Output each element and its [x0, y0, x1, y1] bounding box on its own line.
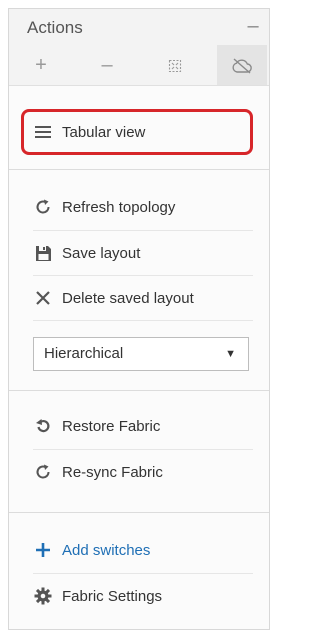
delete-saved-layout-label: Delete saved layout — [62, 289, 194, 307]
section-divider — [9, 512, 269, 513]
fit-to-screen-button[interactable] — [153, 45, 197, 85]
item-separator — [33, 230, 253, 231]
panel-title: Actions — [27, 18, 83, 37]
toolbar: + – — [9, 45, 269, 86]
refresh-icon — [33, 197, 53, 217]
gear-icon — [33, 586, 53, 606]
close-icon — [33, 288, 53, 308]
refresh-topology-item[interactable]: Refresh topology — [21, 187, 253, 227]
hide-offline-button[interactable] — [217, 45, 267, 85]
add-switches-item[interactable]: Add switches — [21, 530, 253, 570]
layout-select-value: Hierarchical — [44, 345, 124, 362]
actions-panel: Actions – + – Tabular view Refresh topol… — [8, 8, 270, 630]
item-separator — [33, 573, 253, 574]
section-divider — [9, 169, 269, 170]
zoom-in-button[interactable]: + — [19, 45, 63, 85]
restore-icon — [33, 416, 53, 436]
item-separator — [33, 320, 253, 321]
refresh-topology-label: Refresh topology — [62, 198, 176, 216]
collapse-button[interactable]: – — [243, 13, 263, 39]
item-separator — [33, 275, 253, 276]
save-icon — [33, 243, 53, 263]
section-divider — [9, 390, 269, 391]
item-separator — [33, 449, 253, 450]
layout-select[interactable]: Hierarchical ▼ — [33, 337, 249, 371]
panel-header: Actions – — [9, 9, 269, 45]
add-switches-label: Add switches — [62, 541, 151, 559]
fabric-settings-label: Fabric Settings — [62, 587, 163, 605]
save-layout-item[interactable]: Save layout — [21, 233, 253, 273]
fit-screen-icon — [168, 59, 182, 72]
cloud-off-icon — [232, 58, 252, 74]
restore-fabric-label: Restore Fabric — [62, 417, 161, 435]
plus-icon — [33, 540, 53, 560]
highlight-box — [21, 109, 253, 155]
delete-saved-layout-item[interactable]: Delete saved layout — [21, 278, 253, 318]
save-layout-label: Save layout — [62, 244, 141, 262]
resync-fabric-label: Re-sync Fabric — [62, 463, 163, 481]
restore-fabric-item[interactable]: Restore Fabric — [21, 406, 253, 446]
zoom-out-button[interactable]: – — [85, 45, 129, 85]
refresh-icon — [33, 462, 53, 482]
fabric-settings-item[interactable]: Fabric Settings — [21, 576, 253, 616]
dropdown-caret-icon: ▼ — [225, 348, 236, 360]
resync-fabric-item[interactable]: Re-sync Fabric — [21, 452, 253, 492]
